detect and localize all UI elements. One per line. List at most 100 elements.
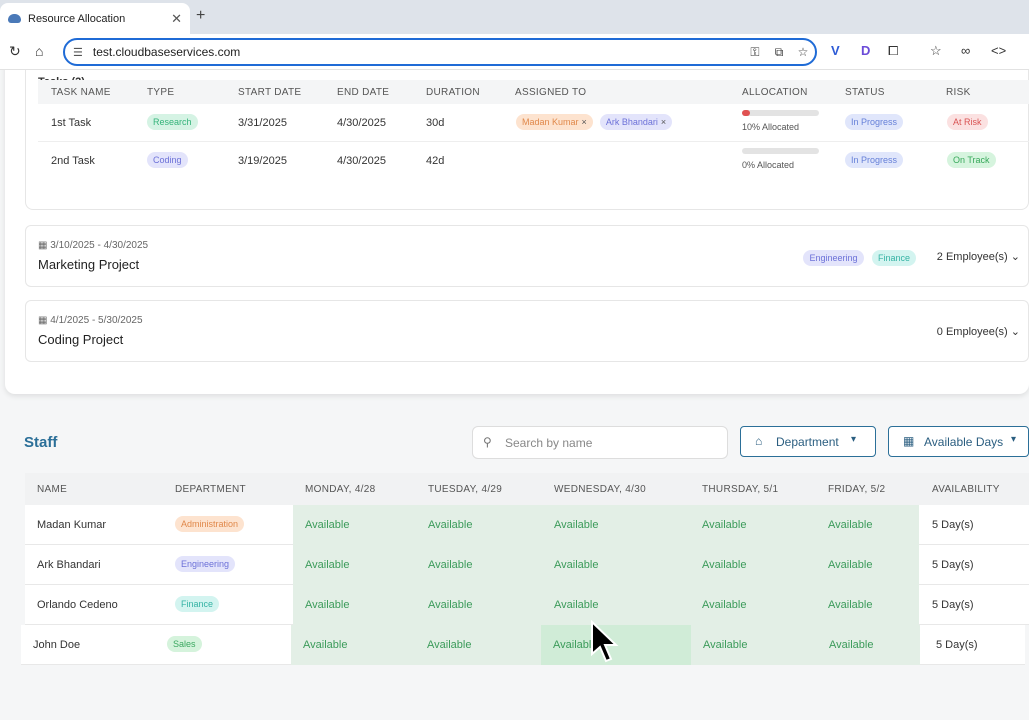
- new-tab-button[interactable]: +: [196, 7, 205, 25]
- allocation-bar-fill: [742, 110, 750, 116]
- install-app-icon[interactable]: ⧉: [767, 45, 791, 60]
- staff-name: Orlando Cedeno: [37, 599, 118, 611]
- start-date: 3/31/2025: [238, 117, 287, 129]
- bookmark-star-icon[interactable]: ☆: [791, 45, 815, 59]
- staff-row[interactable]: Orlando Cedeno Finance Available Availab…: [25, 585, 1029, 625]
- col-start-date: START DATE: [238, 87, 302, 98]
- site-settings-icon[interactable]: ☰: [73, 46, 83, 59]
- allocation-label: 10% Allocated: [742, 122, 800, 132]
- tasks-table-header: TASK NAME TYPE START DATE END DATE DURAT…: [38, 80, 1029, 104]
- tab-close-icon[interactable]: ✕: [171, 11, 182, 27]
- col-friday: FRIDAY, 5/2: [828, 484, 886, 495]
- staff-table-header: NAME DEPARTMENT MONDAY, 4/28 TUESDAY, 4/…: [25, 473, 1029, 505]
- browser-tab-bar: Resource Allocation ✕ +: [0, 0, 1029, 34]
- day-cell[interactable]: Available: [415, 625, 541, 665]
- availability-count: 5 Day(s): [936, 639, 978, 651]
- project-dates: ▦ 3/10/2025 - 4/30/2025: [38, 240, 149, 251]
- extensions-puzzle-icon[interactable]: ⧠: [888, 43, 898, 59]
- task-row[interactable]: 2nd Task Coding 3/19/2025 4/30/2025 42d …: [38, 142, 1029, 180]
- project-dates: ▦ 4/1/2025 - 5/30/2025: [38, 315, 143, 326]
- url-text[interactable]: test.cloudbaseservices.com: [93, 45, 743, 59]
- day-cell[interactable]: Available: [816, 585, 919, 625]
- day-cell[interactable]: Available: [690, 545, 816, 585]
- status-badge: In Progress: [845, 152, 904, 168]
- col-end-date: END DATE: [337, 87, 390, 98]
- staff-search-input[interactable]: ⚲ Search by name: [472, 426, 728, 459]
- day-cell[interactable]: Available: [542, 585, 690, 625]
- day-cell[interactable]: Available: [416, 585, 542, 625]
- duration: 42d: [426, 155, 445, 167]
- building-icon: ⌂: [755, 434, 763, 448]
- status-badge: In Progress: [845, 114, 904, 130]
- project-name: Marketing Project: [38, 257, 140, 272]
- project-card-coding[interactable]: ▦ 4/1/2025 - 5/30/2025 Coding Project 0 …: [25, 300, 1029, 362]
- employee-count-toggle[interactable]: 2 Employee(s) ⌄: [937, 250, 1020, 263]
- key-icon[interactable]: ⚿: [743, 45, 767, 60]
- tab-title: Resource Allocation: [28, 12, 126, 25]
- allocation-bar: [742, 110, 819, 116]
- page-content: Tasks (2) TASK NAME TYPE START DATE END …: [0, 70, 1029, 720]
- reload-icon[interactable]: ↻: [9, 43, 21, 60]
- day-cell[interactable]: Available: [542, 505, 690, 545]
- day-cell[interactable]: Available: [691, 625, 817, 665]
- task-name[interactable]: 1st Task: [51, 117, 91, 129]
- end-date: 4/30/2025: [337, 155, 386, 167]
- home-icon[interactable]: ⌂: [35, 43, 43, 59]
- staff-row[interactable]: Madan Kumar Administration Available Ava…: [25, 505, 1029, 545]
- day-cell[interactable]: Available: [293, 545, 416, 585]
- day-cell[interactable]: Available: [291, 625, 415, 665]
- staff-row[interactable]: John Doe Sales Available Available Avail…: [21, 625, 1025, 665]
- availability-count: 5 Day(s): [932, 519, 974, 531]
- chevron-down-icon: ⌄: [1010, 251, 1020, 263]
- availability-count: 5 Day(s): [932, 599, 974, 611]
- browser-tab[interactable]: Resource Allocation ✕: [0, 3, 190, 34]
- col-duration: DURATION: [426, 87, 480, 98]
- day-cell[interactable]: Available: [416, 505, 542, 545]
- day-cell[interactable]: Available: [816, 505, 919, 545]
- assignee-chip[interactable]: Ark Bhandari ×: [599, 114, 673, 130]
- day-cell[interactable]: Available: [293, 505, 416, 545]
- risk-badge: On Track: [947, 152, 996, 168]
- vivid-extension-icon[interactable]: V: [831, 43, 840, 58]
- col-allocation: ALLOCATION: [742, 87, 808, 98]
- day-cell[interactable]: Available: [416, 545, 542, 585]
- col-type: TYPE: [147, 87, 175, 98]
- available-days-filter-button[interactable]: ▦ Available Days ▾: [888, 426, 1029, 457]
- col-wednesday: WEDNESDAY, 4/30: [554, 484, 646, 495]
- mouse-pointer-icon: [591, 620, 619, 663]
- day-cell[interactable]: Available: [690, 505, 816, 545]
- allocation-label: 0% Allocated: [742, 160, 795, 170]
- col-assigned-to: ASSIGNED TO: [515, 87, 587, 98]
- employee-count-toggle[interactable]: 0 Employee(s) ⌄: [937, 325, 1020, 338]
- type-badge: Coding: [147, 152, 188, 168]
- department-badge: Sales: [167, 636, 202, 652]
- end-date: 4/30/2025: [337, 117, 386, 129]
- day-cell[interactable]: Available: [816, 545, 919, 585]
- address-bar[interactable]: ☰ test.cloudbaseservices.com ⚿ ⧉ ☆: [63, 38, 817, 66]
- link-icon[interactable]: ∞: [961, 43, 970, 58]
- day-cell[interactable]: Available: [817, 625, 920, 665]
- day-cell[interactable]: Available: [542, 545, 690, 585]
- col-status: STATUS: [845, 87, 885, 98]
- d-extension-icon[interactable]: D: [861, 43, 870, 58]
- bookmarks-star-icon[interactable]: ☆: [930, 43, 942, 59]
- chevron-down-icon: ⌄: [1010, 326, 1020, 338]
- day-cell[interactable]: Available: [293, 585, 416, 625]
- col-task-name: TASK NAME: [51, 87, 111, 98]
- task-row[interactable]: 1st Task Research 3/31/2025 4/30/2025 30…: [38, 104, 1029, 142]
- project-name: Coding Project: [38, 332, 124, 347]
- project-card-marketing[interactable]: ▦ 3/10/2025 - 4/30/2025 Marketing Projec…: [25, 225, 1029, 287]
- remove-assignee-icon[interactable]: ×: [661, 117, 666, 127]
- code-icon[interactable]: <>: [991, 43, 1006, 58]
- staff-row[interactable]: Ark Bhandari Engineering Available Avail…: [25, 545, 1029, 585]
- department-badge: Finance: [175, 596, 220, 612]
- day-cell[interactable]: Available: [690, 585, 816, 625]
- type-badge: Research: [147, 114, 198, 130]
- staff-name: John Doe: [33, 639, 81, 651]
- department-filter-button[interactable]: ⌂ Department ▾: [740, 426, 876, 457]
- remove-assignee-icon[interactable]: ×: [582, 117, 587, 127]
- calendar-icon: ▦: [38, 240, 48, 251]
- col-thursday: THURSDAY, 5/1: [702, 484, 779, 495]
- assignee-chip[interactable]: Madan Kumar ×: [516, 114, 593, 130]
- task-name[interactable]: 2nd Task: [51, 155, 95, 167]
